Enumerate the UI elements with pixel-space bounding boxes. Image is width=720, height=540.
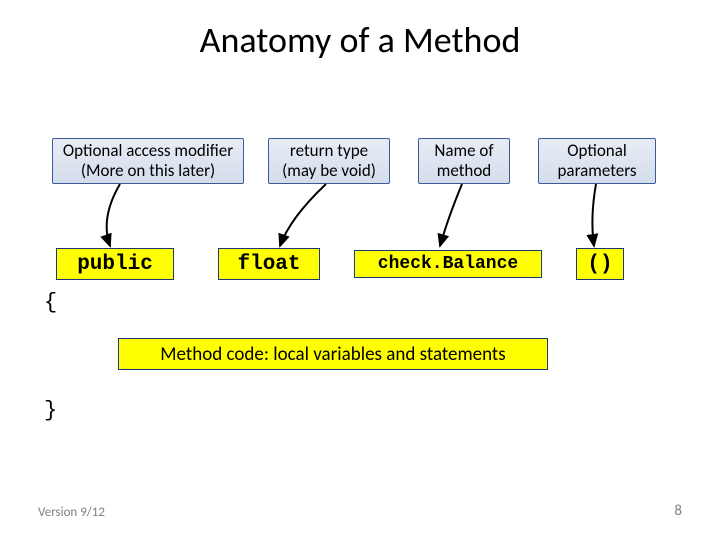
label-line: parameters xyxy=(558,161,637,181)
slide-title: Anatomy of a Method xyxy=(0,0,720,62)
label-parameters: Optional parameters xyxy=(538,138,656,184)
footer-page-number: 8 xyxy=(674,502,682,520)
label-access-modifier: Optional access modifier (More on this l… xyxy=(52,138,244,184)
label-method-name: Name of method xyxy=(418,138,510,184)
footer-version: Version 9/12 xyxy=(38,505,105,520)
token-check-balance: check.Balance xyxy=(354,250,542,278)
method-body-box: Method code: local variables and stateme… xyxy=(118,338,548,370)
close-brace: } xyxy=(44,398,57,423)
open-brace: { xyxy=(44,290,57,315)
token-public: public xyxy=(56,248,174,280)
slide: Anatomy of a Method Optional access modi… xyxy=(0,0,720,540)
label-line: return type xyxy=(290,141,368,161)
label-line: Optional access modifier xyxy=(63,141,233,161)
token-float: float xyxy=(218,248,320,280)
label-line: Name of xyxy=(434,141,493,161)
label-line: method xyxy=(437,161,491,181)
label-return-type: return type (may be void) xyxy=(268,138,390,184)
label-line: Optional xyxy=(567,141,627,161)
token-parens: () xyxy=(576,248,624,280)
label-line: (may be void) xyxy=(282,161,376,181)
label-line: (More on this later) xyxy=(81,161,215,181)
